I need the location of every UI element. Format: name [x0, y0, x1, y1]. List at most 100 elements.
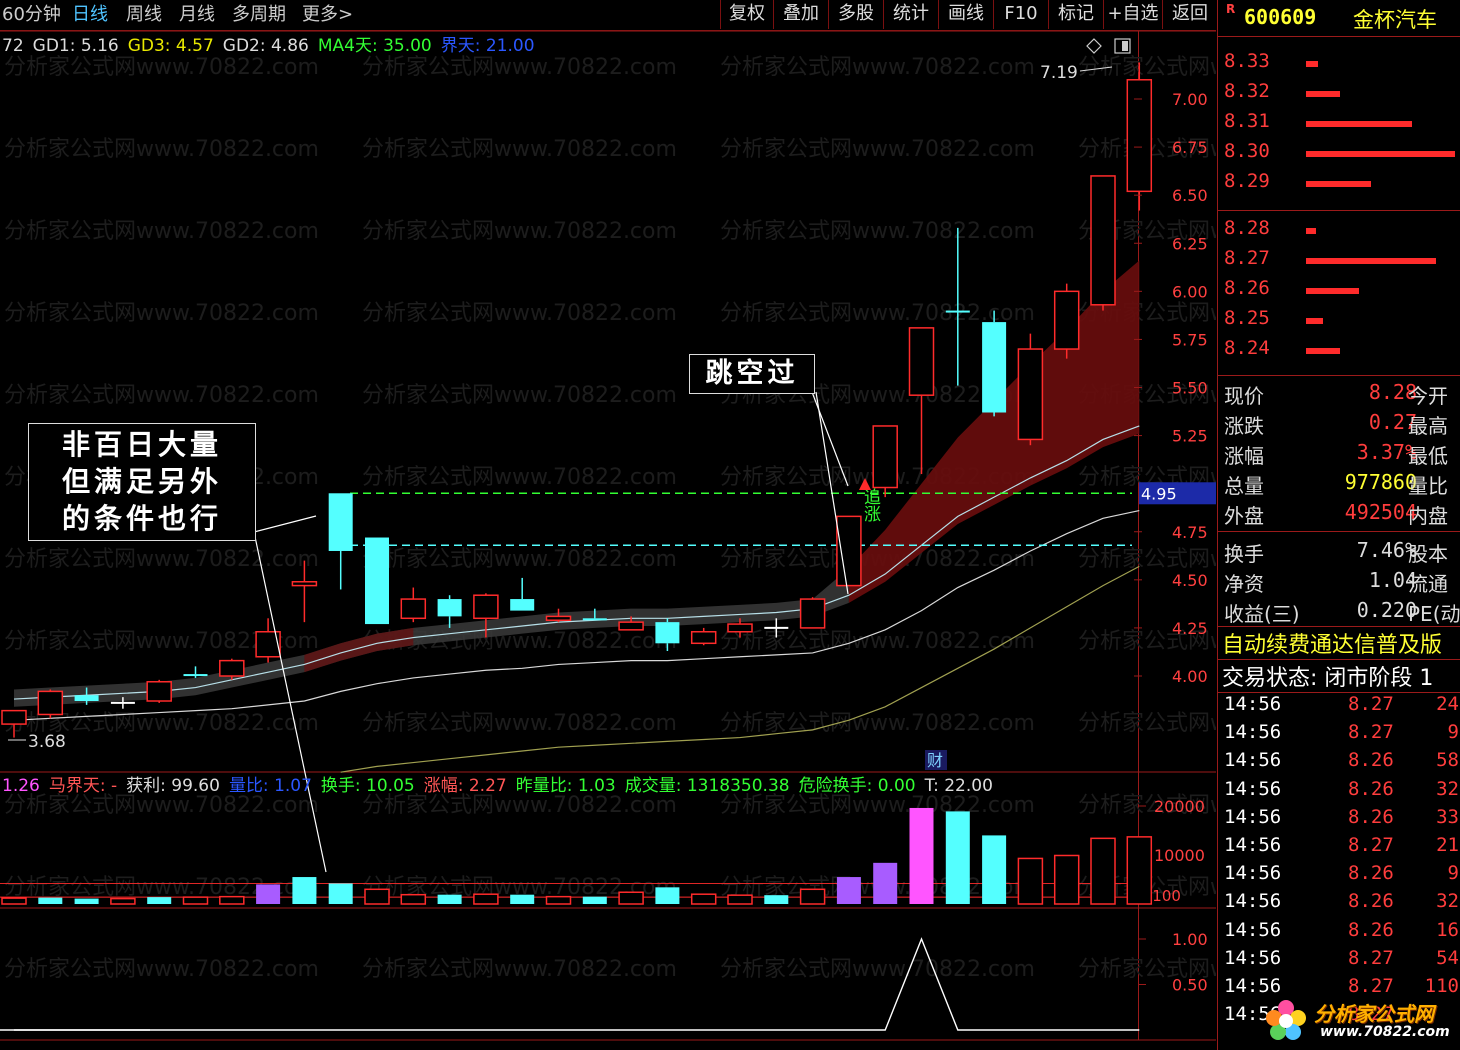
- candle-body: [291, 581, 318, 587]
- ask-row[interactable]: 8.31: [1218, 110, 1460, 140]
- tick-time: 14:56: [1224, 749, 1282, 772]
- volume-bar: [764, 895, 789, 904]
- volume-bar: [836, 877, 861, 904]
- ask-row[interactable]: 8.32: [1218, 80, 1460, 110]
- volume-bar: [1, 897, 27, 905]
- price-tick-label: 4.50: [1172, 571, 1208, 590]
- quote-field-value: 977860: [1344, 470, 1417, 494]
- tick-row[interactable]: 14:56 8.26 32: [1218, 778, 1460, 806]
- cai-badge-label: 财: [927, 751, 943, 770]
- tick-price: 8.26: [1348, 805, 1394, 828]
- stock-name: 金杯汽车: [1353, 8, 1437, 32]
- bid-row[interactable]: 8.24: [1218, 337, 1460, 367]
- view-toggle-icons[interactable]: [1086, 38, 1131, 54]
- volume-bar: [400, 893, 427, 905]
- tick-row[interactable]: 14:56 8.27 9: [1218, 721, 1460, 749]
- legend-item: 界天: 21.00: [441, 36, 535, 56]
- tick-row[interactable]: 14:56 8.26 16: [1218, 919, 1460, 947]
- watermark-text: 分析家公式网www.70822.com: [720, 793, 1035, 818]
- order-size-bar: [1306, 151, 1455, 157]
- candle: [365, 537, 389, 625]
- scroll-banner[interactable]: 自动续费通达信普及版: [1218, 627, 1460, 659]
- stock-header: R 600609 金杯汽车: [1218, 0, 1460, 37]
- order-size-bar: [1306, 288, 1359, 294]
- candle-body: [545, 615, 572, 621]
- candle: [37, 689, 64, 719]
- price-tick-label: 5.50: [1172, 379, 1208, 398]
- volume-bar: [1126, 836, 1153, 905]
- ask-row[interactable]: 8.29: [1218, 170, 1460, 200]
- tick-time: 14:56: [1224, 721, 1282, 744]
- price-tick-label: 6.75: [1172, 138, 1208, 157]
- price-tick-label: 5.25: [1172, 427, 1208, 446]
- volume-bar: [110, 897, 136, 905]
- volume-bar: [618, 891, 644, 905]
- tick-price: 8.27: [1348, 721, 1394, 744]
- order-size-bar: [1306, 121, 1412, 127]
- order-size-bar: [1306, 91, 1340, 97]
- bid-row[interactable]: 8.27: [1218, 247, 1460, 277]
- order-size-bar: [1306, 228, 1316, 234]
- quote-field-row: 现价 8.28 今开: [1218, 380, 1460, 410]
- candle-body: [437, 599, 462, 617]
- watermark-text: 分析家公式网www.70822.com: [720, 711, 1035, 736]
- quote-field-row: 涨跌 0.27 最高: [1218, 410, 1460, 440]
- order-price: 8.33: [1224, 50, 1270, 72]
- legend-item: 昨量比: 1.03: [516, 776, 616, 796]
- candle-body: [146, 681, 172, 702]
- tick-volume: 9: [1447, 862, 1459, 885]
- tick-row[interactable]: 14:56 8.26 9: [1218, 862, 1460, 890]
- tick-time: 14:56: [1224, 890, 1282, 913]
- watermark-text: 分析家公式网www.70822.com: [362, 55, 677, 80]
- candle-body: [74, 695, 99, 702]
- quote-field-label: 总量: [1224, 474, 1264, 498]
- candle-body: [908, 327, 935, 396]
- candle: [1017, 333, 1044, 446]
- tick-row[interactable]: 14:56 8.27 24: [1218, 693, 1460, 721]
- bid-row[interactable]: 8.28: [1218, 217, 1460, 247]
- volume-bar: [364, 888, 390, 905]
- legend-item: 量比: 1.07: [229, 776, 312, 796]
- tick-time: 14:56: [1224, 862, 1282, 885]
- watermark-text: 分析家公式网www.70822.com: [362, 219, 677, 244]
- watermark-text: 分析家公式网www.70822.com: [720, 55, 1035, 80]
- tick-row[interactable]: 14:56 8.27 54: [1218, 947, 1460, 975]
- legend-item: 1.26: [2, 776, 40, 796]
- volume-bar: [909, 807, 934, 904]
- candle: [437, 595, 462, 628]
- legend-item: 危险换手: 0.00: [799, 776, 916, 796]
- volume-bar: [147, 897, 172, 904]
- volume-bar: [38, 897, 63, 904]
- candle-body: [836, 515, 862, 587]
- tick-price: 8.26: [1348, 918, 1394, 941]
- diamond-icon[interactable]: [1086, 38, 1102, 54]
- legend-item: 马界天: -: [49, 776, 117, 796]
- candle-body: [982, 322, 1007, 413]
- tick-row[interactable]: 14:56 8.26 58: [1218, 749, 1460, 777]
- tick-volume: 32: [1436, 777, 1459, 800]
- ask-row[interactable]: 8.30: [1218, 140, 1460, 170]
- lower-indicator-line: [14, 937, 1140, 1031]
- price-tick-label: 6.50: [1172, 186, 1208, 205]
- bid-row[interactable]: 8.26: [1218, 277, 1460, 307]
- quote-field-value: 492504: [1344, 500, 1417, 524]
- tick-row[interactable]: 14:56 8.26 32: [1218, 890, 1460, 918]
- order-size-bar: [1306, 318, 1323, 324]
- watermark-text: 分析家公式网www.70822.com: [362, 957, 677, 982]
- tick-row[interactable]: 14:56 8.27 21: [1218, 834, 1460, 862]
- tick-volume: 16: [1436, 918, 1459, 941]
- tick-row[interactable]: 14:56 8.26 33: [1218, 806, 1460, 834]
- candle: [836, 515, 862, 587]
- legend-item: 成交量: 1318350.38: [625, 776, 790, 796]
- watermark-text: 分析家公式网www.70822.com: [362, 793, 677, 818]
- candle: [1126, 62, 1153, 211]
- volume-bar: [219, 895, 245, 905]
- tick-volume: 21: [1436, 834, 1459, 856]
- scroll-banner-text: 自动续费通达信普及版: [1222, 633, 1443, 658]
- tick-price: 8.27: [1348, 946, 1394, 969]
- bid-row[interactable]: 8.25: [1218, 307, 1460, 337]
- ask-row[interactable]: 8.33: [1218, 50, 1460, 80]
- tick-volume: 33: [1436, 805, 1459, 828]
- volume-bar: [727, 894, 753, 905]
- tick-volume: 9: [1447, 721, 1459, 744]
